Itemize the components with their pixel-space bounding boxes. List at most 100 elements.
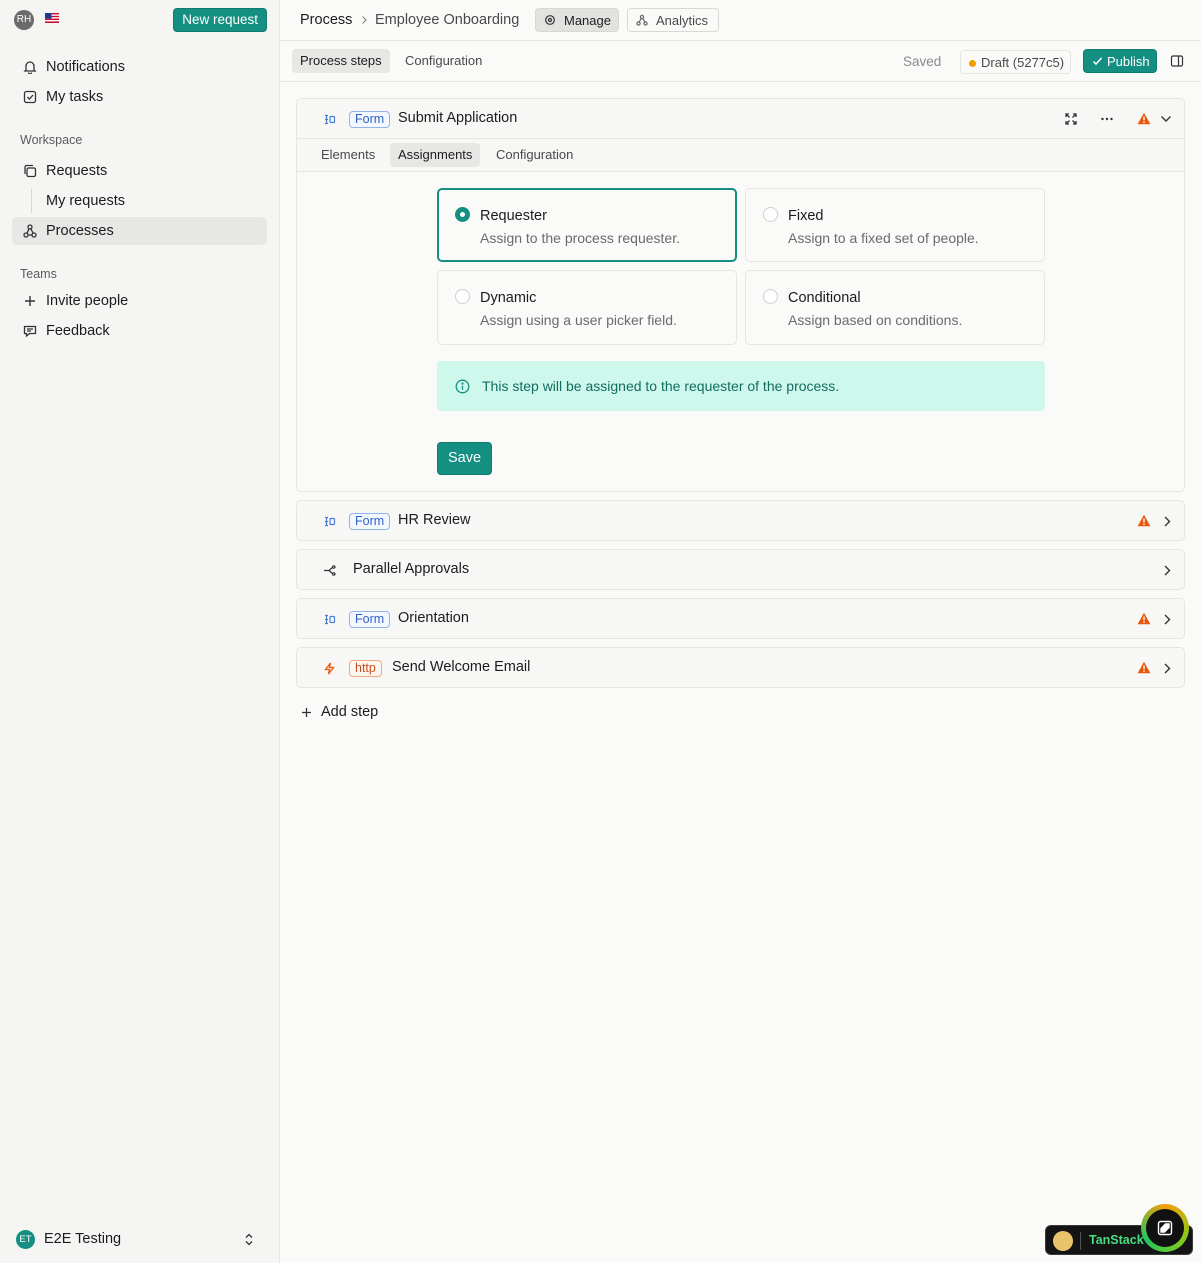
gear-icon [545,15,555,25]
publish-button[interactable]: Publish [1083,49,1157,73]
option-title: Fixed [788,208,824,224]
publish-label: Publish [1107,54,1150,69]
radio-unselected[interactable] [763,207,778,222]
warning-icon[interactable] [1137,112,1151,125]
step-tabs: Elements Assignments Configuration [297,139,1184,172]
copy-icon [24,164,37,178]
draft-status-dot [969,59,976,67]
avatar[interactable]: RH [14,10,34,30]
step-title: Parallel Approvals [353,561,470,577]
step-title: Orientation [398,610,469,626]
form-icon [325,516,336,527]
step-title: HR Review [398,512,471,528]
devtools-fab[interactable] [1141,1204,1189,1252]
option-description: Assign using a user picker field. [480,312,677,328]
step-type-badge: Form [349,111,391,128]
message-icon [23,325,37,338]
bell-icon [23,61,37,74]
step-title: Submit Application [398,110,518,126]
step-header[interactable]: Form Submit Application [297,99,1184,139]
assignment-option-requester[interactable]: Requester Assign to the process requeste… [437,188,737,262]
info-banner: This step will be assigned to the reques… [437,361,1045,411]
new-request-button[interactable]: New request [173,8,267,32]
expand-icon[interactable] [1064,112,1078,126]
nav-item-label: Notifications [46,59,125,75]
section-label-teams: Teams [20,267,57,281]
nav-item-feedback[interactable]: Feedback [12,317,267,345]
option-description: Assign to a fixed set of people. [788,230,979,246]
nav-item-requests[interactable]: Requests [12,157,267,185]
chevron-right-icon[interactable] [1163,613,1171,626]
step-card-submit-application: Form Submit Application Elements Assignm… [296,98,1185,492]
chevron-right-icon[interactable] [1163,564,1171,577]
chevron-right-icon[interactable] [1163,515,1171,528]
sub-nav-line [31,189,32,213]
chevron-right-icon[interactable] [1163,662,1171,675]
more-options-icon[interactable] [1100,112,1114,126]
draft-version-badge[interactable]: Draft (5277c5) [960,50,1071,74]
tab-process-steps[interactable]: Process steps [292,49,390,73]
nav-item-label: Requests [46,163,108,179]
check-icon [1092,57,1103,66]
nav-item-label: My tasks [46,89,104,105]
form-icon [325,114,336,125]
parallel-branch-icon [324,565,336,576]
step-type-badge: Form [349,513,391,530]
step-card-send-welcome-email[interactable]: http Send Welcome Email [296,647,1185,688]
devtools-label: TanStack [1089,1233,1144,1247]
option-description: Assign to the process requester. [480,230,680,246]
nav-item-processes[interactable]: Processes [12,217,267,245]
add-step-label: Add step [321,704,379,720]
radio-unselected[interactable] [763,289,778,304]
org-switcher[interactable]: ET E2E Testing [12,1228,268,1252]
nav-item-my-tasks[interactable]: My tasks [12,83,267,111]
tanstack-logo-icon [1053,1231,1073,1251]
saved-status: Saved [903,54,942,69]
step-card-parallel-approvals[interactable]: Parallel Approvals [296,549,1185,590]
analytics-button[interactable]: Analytics [627,8,719,32]
tab-step-configuration[interactable]: Configuration [488,143,581,167]
warning-icon[interactable] [1137,612,1151,625]
nav-item-notifications[interactable]: Notifications [12,53,267,81]
tab-assignments[interactable]: Assignments [390,143,481,167]
manage-label: Manage [564,13,611,28]
add-step-button[interactable]: Add step [301,703,391,723]
step-card-hr-review[interactable]: Form HR Review [296,500,1185,541]
analytics-label: Analytics [656,13,709,28]
info-icon [455,379,470,394]
step-card-orientation[interactable]: Form Orientation [296,598,1185,639]
step-type-badge: Form [349,611,391,628]
option-title: Requester [480,208,547,224]
step-type-badge: http [349,660,382,677]
option-description: Assign based on conditions. [788,312,963,328]
nav-item-invite-people[interactable]: Invite people [12,287,267,315]
edit-icon [1157,1220,1173,1236]
chevron-up-down-icon [245,1233,253,1246]
org-avatar: ET [16,1230,35,1249]
warning-icon[interactable] [1137,514,1151,527]
nav-item-label: Processes [46,223,114,239]
breadcrumb-process[interactable]: Process [300,12,352,28]
tab-elements[interactable]: Elements [313,143,383,167]
assignment-option-conditional[interactable]: Conditional Assign based on conditions. [745,270,1045,345]
assignment-option-fixed[interactable]: Fixed Assign to a fixed set of people. [745,188,1045,262]
save-button[interactable]: Save [437,442,492,475]
draft-label: Draft (5277c5) [981,55,1065,70]
info-text: This step will be assigned to the reques… [482,378,840,394]
step-title: Send Welcome Email [392,659,531,675]
radio-selected[interactable] [455,207,470,222]
us-flag-icon[interactable] [45,13,59,23]
panel-toggle-icon[interactable] [1170,54,1184,68]
option-title: Dynamic [480,290,537,306]
breadcrumb-current: Employee Onboarding [375,12,520,28]
option-title: Conditional [788,290,861,306]
warning-icon[interactable] [1137,661,1151,674]
assignment-option-dynamic[interactable]: Dynamic Assign using a user picker field… [437,270,737,345]
process-sub-bar: Process steps Configuration Saved Draft … [280,41,1201,82]
nav-item-my-requests[interactable]: My requests [46,193,125,209]
manage-button[interactable]: Manage [535,8,619,32]
tab-configuration[interactable]: Configuration [397,49,490,73]
radio-unselected[interactable] [455,289,470,304]
plus-icon [302,708,311,717]
chevron-down-icon[interactable] [1160,114,1172,124]
